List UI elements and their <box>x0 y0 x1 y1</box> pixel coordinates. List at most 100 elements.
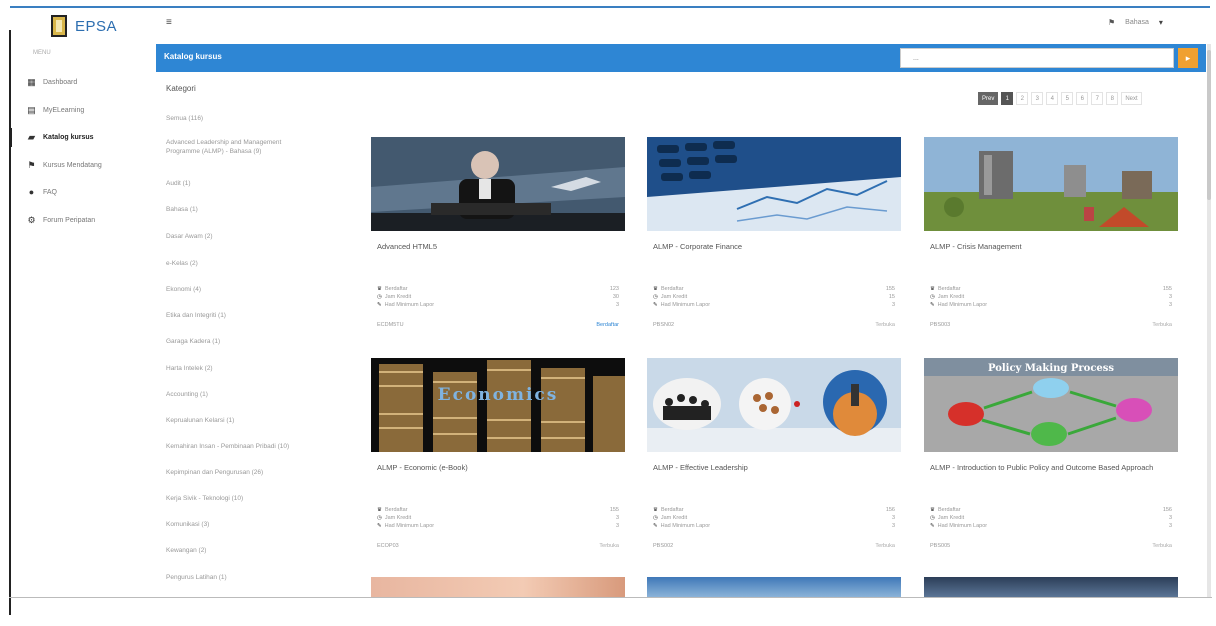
sidebar-item-dashboard[interactable]: ▦ Dashboard <box>11 69 155 97</box>
faq-icon: ● <box>28 187 35 198</box>
sidebar-item-forum[interactable]: ⚙ Forum Peripatan <box>11 207 155 235</box>
enroll-status-link[interactable]: Terbuka <box>875 543 895 549</box>
stat-label: Had Minimum Lapor <box>384 302 435 308</box>
pagination-page[interactable]: 8 <box>1106 92 1119 105</box>
stat-value: 3 <box>1168 294 1172 300</box>
pagination-page[interactable]: 2 <box>1016 92 1029 105</box>
pagination-page[interactable]: 3 <box>1031 92 1044 105</box>
enroll-status-link[interactable]: Berdaftar <box>596 322 619 328</box>
sidebar-nav: ▦ Dashboard ▤ MyELearning ▰ Katalog kurs… <box>9 69 155 235</box>
course-title[interactable]: Advanced HTML5 <box>377 241 617 252</box>
stat-value: 3 <box>615 523 619 529</box>
category-item[interactable]: Keprualunan Kelarsi (1) <box>166 416 336 425</box>
language-label[interactable]: Bahasa <box>1125 19 1149 26</box>
course-thumbnail[interactable] <box>924 137 1178 231</box>
stat-hours: ◷ Jam Kredit 15 <box>653 293 895 301</box>
sidebar-item-katalog-kursus[interactable]: ▰ Katalog kursus <box>9 124 155 152</box>
pagination-next[interactable]: Next <box>1121 92 1142 105</box>
sidebar-item-faq[interactable]: ● FAQ <box>11 179 155 207</box>
pagination-page[interactable]: 1 <box>1001 92 1014 105</box>
category-item[interactable]: Kemahiran Insan - Pembinaan Pribadi (10) <box>166 442 336 451</box>
edit-icon: ✎ <box>377 302 382 308</box>
category-item[interactable]: Dasar Awam (2) <box>166 232 336 241</box>
course-title[interactable]: ALMP - Introduction to Public Policy and… <box>930 462 1170 473</box>
course-thumbnail[interactable] <box>647 137 901 231</box>
category-item[interactable]: Advanced Leadership and Management Progr… <box>166 138 306 156</box>
pagination-prev[interactable]: Prev <box>978 92 999 105</box>
app-window: EPSA MENU ▦ Dashboard ▤ MyELearning ▰ Ka… <box>0 0 1216 626</box>
course-card[interactable]: ALMP - Crisis Management ♛ Berdaftar 155 ◷… <box>924 137 1178 328</box>
sidebar-item-myelearning[interactable]: ▤ MyELearning <box>11 97 155 125</box>
course-title[interactable]: ALMP - Corporate Finance <box>653 241 893 252</box>
pagination-page[interactable]: 5 <box>1061 92 1074 105</box>
category-item[interactable]: Harta Intelek (2) <box>166 364 336 373</box>
category-item[interactable]: e-Kelas (2) <box>166 259 336 268</box>
enroll-status-link[interactable]: Terbuka <box>1152 322 1172 328</box>
book-icon: ▤ <box>27 104 36 115</box>
stat-value: 3 <box>1168 302 1172 308</box>
stat-hours: ◷ Jam Kredit 3 <box>930 514 1172 522</box>
category-item[interactable]: Kepimpinan dan Pengurusan (26) <box>166 468 336 477</box>
brand[interactable]: EPSA <box>51 15 117 37</box>
menu-toggle-icon[interactable]: ≡ <box>166 17 172 28</box>
stat-value: 30 <box>612 294 619 300</box>
enroll-status-link[interactable]: Terbuka <box>875 322 895 328</box>
stat-label: Berdaftar <box>384 507 408 513</box>
chevron-down-icon[interactable]: ▾ <box>1159 18 1163 27</box>
stat-label: Had Minimum Lapor <box>660 302 711 308</box>
clock-icon: ◷ <box>653 515 658 521</box>
stat-value: 3 <box>1168 515 1172 521</box>
category-item[interactable]: Pengurus Latihan (1) <box>166 573 336 582</box>
category-item[interactable]: Ekonomi (4) <box>166 285 336 294</box>
category-item[interactable]: Etika dan Integriti (1) <box>166 311 336 320</box>
user-menu[interactable]: ⚑ Bahasa ▾ <box>1108 18 1163 27</box>
forum-icon: ⚙ <box>27 214 36 225</box>
category-item[interactable]: Bahasa (1) <box>166 205 336 214</box>
category-item[interactable]: Kerja Sivik - Teknologi (10) <box>166 494 336 503</box>
course-thumbnail[interactable] <box>647 358 901 452</box>
search-button[interactable]: ▸ <box>1178 48 1198 68</box>
enroll-status-link[interactable]: Terbuka <box>1152 543 1172 549</box>
course-footer: ECOP03 Terbuka <box>377 543 619 549</box>
category-item[interactable]: Komunikasi (3) <box>166 520 336 529</box>
stat-enrolled: ♛ Berdaftar 156 <box>930 506 1172 514</box>
category-item[interactable]: Accounting (1) <box>166 390 336 399</box>
stat-hours: ◷ Jam Kredit 3 <box>930 293 1172 301</box>
category-item[interactable]: Audit (1) <box>166 179 336 188</box>
course-thumbnail[interactable]: Policy Making Process <box>924 358 1178 452</box>
pagination-page[interactable]: 6 <box>1076 92 1089 105</box>
stat-hours: ◷ Jam Kredit 30 <box>377 293 619 301</box>
category-item[interactable]: Kewangan (2) <box>166 546 336 555</box>
course-card[interactable]: Advanced HTML5 ♛ Berdaftar 123 ◷ Jam Kredit… <box>371 137 625 328</box>
pagination-page[interactable]: 7 <box>1091 92 1104 105</box>
pagination-page[interactable]: 4 <box>1046 92 1059 105</box>
course-card[interactable]: ALMP - Effective Leadership ♛ Berdaftar 15… <box>647 358 901 549</box>
dashboard-icon: ▦ <box>27 77 36 88</box>
stat-label: Berdaftar <box>660 286 684 292</box>
stat-label: Jam Kredit <box>937 515 965 521</box>
category-item[interactable]: Semua (116) <box>166 114 336 123</box>
course-title[interactable]: ALMP - Economic (e-Book) <box>377 462 617 473</box>
category-item[interactable]: Garaga Kadera (1) <box>166 337 336 346</box>
course-card[interactable]: Policy Making Process ALMP - Introductio… <box>924 358 1178 549</box>
stat-min-score: ✎ Had Minimum Lapor 3 <box>653 522 895 530</box>
clock-icon: ◷ <box>377 294 382 300</box>
search-input[interactable] <box>900 48 1174 68</box>
course-thumbnail-partial[interactable] <box>647 577 901 597</box>
course-title[interactable]: ALMP - Effective Leadership <box>653 462 893 473</box>
course-card[interactable]: Economics ALMP - Economic (e-Book) ♛ Berd… <box>371 358 625 549</box>
stat-min-score: ✎ Had Minimum Lapor 3 <box>377 301 619 309</box>
enroll-status-link[interactable]: Terbuka <box>599 543 619 549</box>
course-stats: ♛ Berdaftar 123 ◷ Jam Kredit 30 ✎ Had Minimum… <box>377 285 619 309</box>
course-thumbnail[interactable] <box>371 137 625 231</box>
sidebar-item-kursus-mendatang[interactable]: ⚑ Kursus Mendatang <box>11 152 155 180</box>
stat-label: Berdaftar <box>937 507 961 513</box>
course-thumbnail-partial[interactable] <box>924 577 1178 597</box>
stat-label: Berdaftar <box>937 286 961 292</box>
scrollbar-thumb[interactable] <box>1207 50 1211 200</box>
course-title[interactable]: ALMP - Crisis Management <box>930 241 1170 252</box>
course-thumbnail[interactable]: Economics <box>371 358 625 452</box>
course-thumbnail-partial[interactable] <box>371 577 625 597</box>
course-footer: PBSN02 Terbuka <box>653 322 895 328</box>
course-card[interactable]: ALMP - Corporate Finance ♛ Berdaftar 155 ◷… <box>647 137 901 328</box>
